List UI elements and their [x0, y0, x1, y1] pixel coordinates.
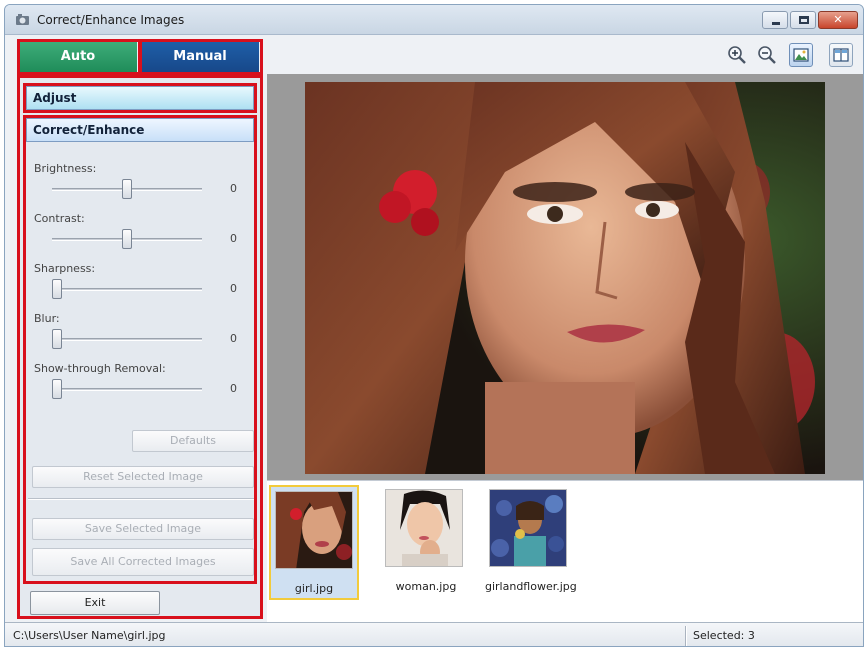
zoom-out-icon — [758, 46, 776, 64]
status-bar: C:\Users\User Name\girl.jpg Selected: 3 — [5, 622, 863, 646]
status-file-path: C:\Users\User Name\girl.jpg — [13, 629, 166, 642]
status-selected-count: Selected: 3 — [693, 629, 755, 642]
close-icon: ✕ — [833, 13, 843, 26]
preview-image — [305, 82, 825, 474]
app-icon — [16, 14, 29, 25]
thumbnail-label: woman.jpg — [395, 580, 457, 593]
minimize-button[interactable] — [762, 11, 788, 29]
thumbnail-girl[interactable]: girl.jpg — [269, 485, 359, 600]
status-separator — [685, 626, 687, 646]
thumbnail-label: girl.jpg — [294, 582, 334, 595]
left-panel: Auto Manual Adjust Correct/Enhance Brigh… — [15, 38, 264, 619]
thumbnail-image — [489, 489, 567, 567]
highlight-frame-manual-tab — [139, 39, 263, 75]
highlight-frame-manual-panel — [17, 75, 263, 619]
maximize-button[interactable] — [790, 11, 816, 29]
thumbnail-label: girlandflower.jpg — [485, 580, 577, 593]
view-toolbar — [267, 38, 863, 74]
thumbnail-image — [385, 489, 463, 567]
correct-enhance-window: Correct/Enhance Images ✕ Auto Manual Adj… — [4, 4, 864, 647]
close-button[interactable]: ✕ — [818, 11, 858, 29]
zoom-in-icon — [728, 46, 746, 64]
view-whole-image-button[interactable] — [789, 43, 813, 67]
compare-view-button[interactable] — [829, 43, 853, 67]
preview-area — [267, 74, 863, 480]
thumbnail-image — [275, 491, 353, 569]
thumbnail-strip: girl.jpg woman.jpg girlandflower.jpg — [267, 480, 863, 622]
thumbnail-woman[interactable]: woman.jpg — [381, 485, 471, 600]
window-title: Correct/Enhance Images — [37, 13, 185, 27]
zoom-out-button[interactable] — [755, 43, 779, 67]
view-whole-image-icon — [793, 48, 809, 62]
zoom-in-button[interactable] — [725, 43, 749, 67]
title-bar: Correct/Enhance Images ✕ — [5, 5, 863, 35]
highlight-frame-auto-tab — [17, 39, 141, 75]
compare-view-icon — [833, 48, 849, 62]
thumbnail-girlandflower[interactable]: girlandflower.jpg — [485, 485, 577, 600]
